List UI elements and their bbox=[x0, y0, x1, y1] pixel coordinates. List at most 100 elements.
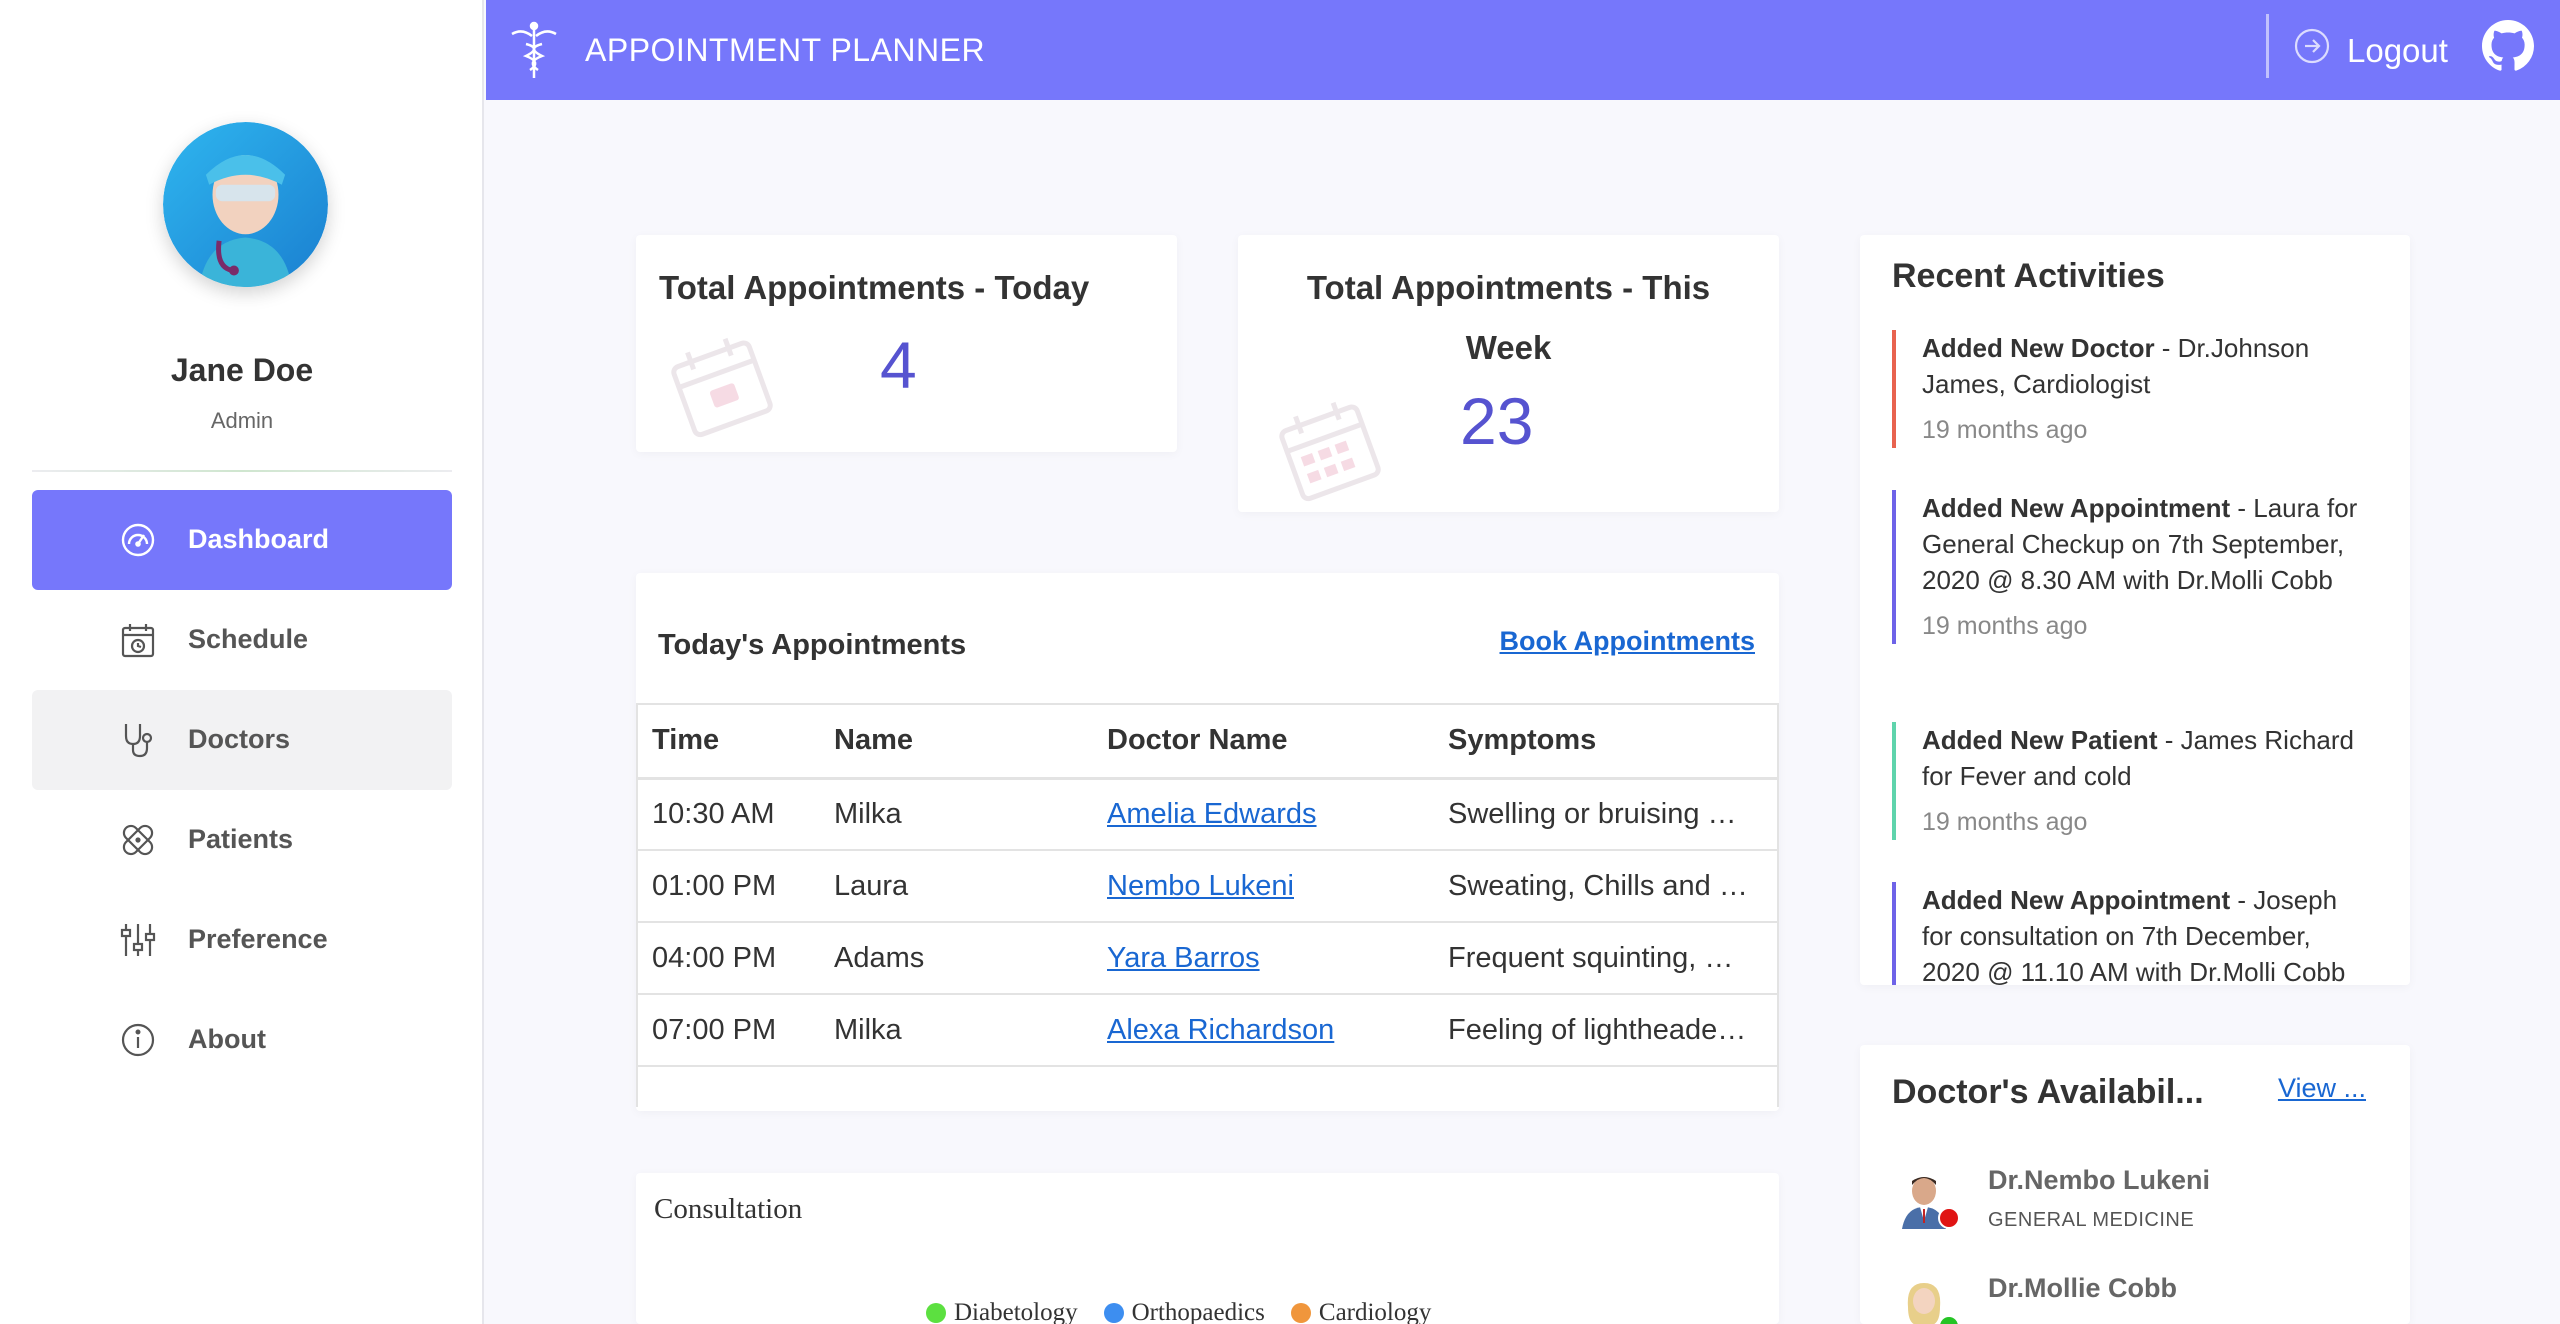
stat-value: 4 bbox=[880, 328, 917, 402]
doctor-cell: Amelia Edwards bbox=[1091, 778, 1432, 851]
name-cell: Milka bbox=[818, 994, 1091, 1067]
activity-time: 19 months ago bbox=[1922, 808, 2088, 836]
app-title[interactable]: APPOINTMENT PLANNER bbox=[585, 32, 985, 69]
activity-type: Added New Appointment bbox=[1922, 493, 2231, 523]
symptoms-cell: Feeling of lightheade… bbox=[1432, 994, 1777, 1067]
stat-title: Total Appointments - This bbox=[1306, 269, 1711, 306]
table-border-right bbox=[1777, 703, 1779, 1107]
legend-item[interactable]: Diabetology bbox=[926, 1299, 1078, 1324]
legend-dot-cardiology bbox=[1290, 1303, 1311, 1323]
consultation-title: Consultation bbox=[654, 1193, 803, 1225]
symptoms-cell: Frequent squinting, … bbox=[1432, 922, 1777, 995]
table-row[interactable]: 10:30 AM Milka Amelia Edwards Swelling o… bbox=[636, 778, 1777, 851]
logout-icon[interactable] bbox=[2292, 26, 2332, 66]
doctor-name: Dr.Nembo Lukeni bbox=[1988, 1165, 2211, 1195]
doctor-link[interactable]: Nembo Lukeni bbox=[1107, 870, 1294, 902]
view-all-link[interactable]: View ... bbox=[2278, 1073, 2366, 1104]
activity-type: Added New Doctor bbox=[1922, 333, 2155, 363]
legend-item[interactable]: Orthopaedics bbox=[1103, 1299, 1265, 1324]
doctor-link[interactable]: Alexa Richardson bbox=[1107, 1014, 1334, 1046]
table-row[interactable]: 01:00 PM Laura Nembo Lukeni Sweating, Ch… bbox=[636, 850, 1777, 923]
activity-item: Added New Appointment - Joseph for consu… bbox=[1892, 882, 2372, 985]
doctor-cell: Yara Barros bbox=[1091, 922, 1432, 995]
time-cell: 04:00 PM bbox=[636, 922, 818, 995]
doctor-avatar bbox=[1892, 1165, 1960, 1229]
status-available-dot bbox=[1938, 1315, 1960, 1324]
legend-dot-orthopaedics bbox=[1103, 1303, 1124, 1323]
doctor-avatar bbox=[1892, 1273, 1960, 1324]
github-icon[interactable] bbox=[2482, 20, 2534, 72]
table-row[interactable]: 04:00 PM Adams Yara Barros Frequent squi… bbox=[636, 922, 1777, 995]
activity-time: 19 months ago bbox=[1922, 612, 2088, 640]
sidebar: Jane Doe Admin Dashboard Schedule Doctor… bbox=[0, 0, 484, 1324]
table-header-row: Time Name Doctor Name Symptoms bbox=[636, 703, 1777, 780]
sidebar-item-dashboard[interactable]: Dashboard bbox=[32, 490, 452, 590]
time-cell: 01:00 PM bbox=[636, 850, 818, 923]
activity-type: Added New Appointment bbox=[1922, 885, 2231, 915]
sidebar-item-about[interactable]: About bbox=[32, 990, 452, 1090]
doctor-item[interactable]: Dr.Nembo Lukeni GENERAL MEDICINE bbox=[1892, 1165, 2372, 1255]
top-bar: APPOINTMENT PLANNER Logout bbox=[486, 0, 2560, 100]
appointments-title: Today's Appointments bbox=[658, 629, 967, 661]
sidebar-item-label: About bbox=[188, 1024, 266, 1054]
sidebar-item-doctors[interactable]: Doctors bbox=[32, 690, 452, 790]
doctor-item[interactable]: Dr.Mollie Cobb bbox=[1892, 1273, 2372, 1324]
chart-legend: Diabetology Orthopaedics Cardiology bbox=[926, 1299, 1431, 1324]
header-separator bbox=[2266, 14, 2269, 78]
stethoscope-icon bbox=[118, 720, 158, 760]
legend-dot-diabetology bbox=[926, 1303, 946, 1323]
column-header[interactable]: Time bbox=[636, 703, 818, 780]
sliders-icon bbox=[118, 920, 158, 960]
caduceus-icon bbox=[502, 18, 566, 82]
calendar-clock-icon bbox=[118, 620, 158, 660]
activity-time: 19 months ago bbox=[1922, 416, 2088, 444]
bandage-icon bbox=[118, 820, 158, 860]
stat-title: Total Appointments - Today bbox=[659, 269, 1090, 306]
sidebar-item-patients[interactable]: Patients bbox=[32, 790, 452, 890]
sidebar-item-schedule[interactable]: Schedule bbox=[32, 590, 452, 690]
appointments-card: Today's Appointments Book Appointments T… bbox=[636, 573, 1779, 1111]
column-header[interactable]: Doctor Name bbox=[1091, 703, 1432, 780]
table-row[interactable]: 07:00 PM Milka Alexa Richardson Feeling … bbox=[636, 994, 1777, 1067]
time-cell: 10:30 AM bbox=[636, 778, 818, 851]
doctor-link[interactable]: Yara Barros bbox=[1107, 942, 1260, 974]
column-header[interactable]: Symptoms bbox=[1432, 703, 1777, 780]
stat-card-today: Total Appointments - Today 4 bbox=[636, 235, 1177, 452]
legend-item[interactable]: Cardiology bbox=[1290, 1299, 1432, 1324]
recent-activities-title: Recent Activities bbox=[1892, 257, 2165, 295]
legend-label: Diabetology bbox=[954, 1299, 1078, 1324]
sidebar-item-label: Doctors bbox=[188, 724, 291, 754]
appointments-table: Time Name Doctor Name Symptoms 10:30 AM … bbox=[636, 703, 1777, 1067]
column-header[interactable]: Name bbox=[818, 703, 1091, 780]
time-cell: 07:00 PM bbox=[636, 994, 818, 1067]
sidebar-item-label: Schedule bbox=[188, 624, 309, 654]
logout-button[interactable]: Logout bbox=[2347, 32, 2448, 70]
activity-item: Added New Doctor - Dr.Johnson James, Car… bbox=[1892, 330, 2372, 448]
status-busy-dot bbox=[1938, 1207, 1960, 1229]
stat-title-line2: Week bbox=[1465, 329, 1552, 366]
sidebar-item-label: Preference bbox=[188, 924, 328, 954]
info-icon bbox=[118, 1020, 158, 1060]
legend-label: Cardiology bbox=[1318, 1299, 1432, 1324]
recent-activities-card: Recent Activities Added New Doctor - Dr.… bbox=[1860, 235, 2410, 985]
activity-item: Added New Appointment - Laura for Genera… bbox=[1892, 490, 2372, 644]
doctor-link[interactable]: Amelia Edwards bbox=[1107, 798, 1317, 830]
consultation-card: Consultation Diabetology Orthopaedics Ca… bbox=[636, 1173, 1779, 1324]
table-border-left bbox=[636, 703, 638, 1107]
symptoms-cell: Sweating, Chills and … bbox=[1432, 850, 1777, 923]
sidebar-item-label: Dashboard bbox=[188, 524, 330, 554]
avatar[interactable] bbox=[163, 122, 328, 287]
sidebar-item-preference[interactable]: Preference bbox=[32, 890, 452, 990]
calendar-icon bbox=[666, 331, 776, 441]
stat-card-week: Total Appointments - This Week 23 bbox=[1238, 235, 1779, 512]
calendar-icon bbox=[1274, 395, 1384, 505]
sidebar-divider bbox=[32, 470, 452, 472]
book-appointments-link[interactable]: Book Appointments bbox=[1500, 626, 1756, 657]
name-cell: Adams bbox=[818, 922, 1091, 995]
activity-type: Added New Patient bbox=[1922, 725, 2158, 755]
stat-value: 23 bbox=[1460, 384, 1534, 458]
doctor-availability-title: Doctor's Availabil... bbox=[1892, 1073, 2204, 1111]
sidebar-item-label: Patients bbox=[188, 824, 294, 854]
activity-item: Added New Patient - James Richard for Fe… bbox=[1892, 722, 2372, 840]
name-cell: Milka bbox=[818, 778, 1091, 851]
